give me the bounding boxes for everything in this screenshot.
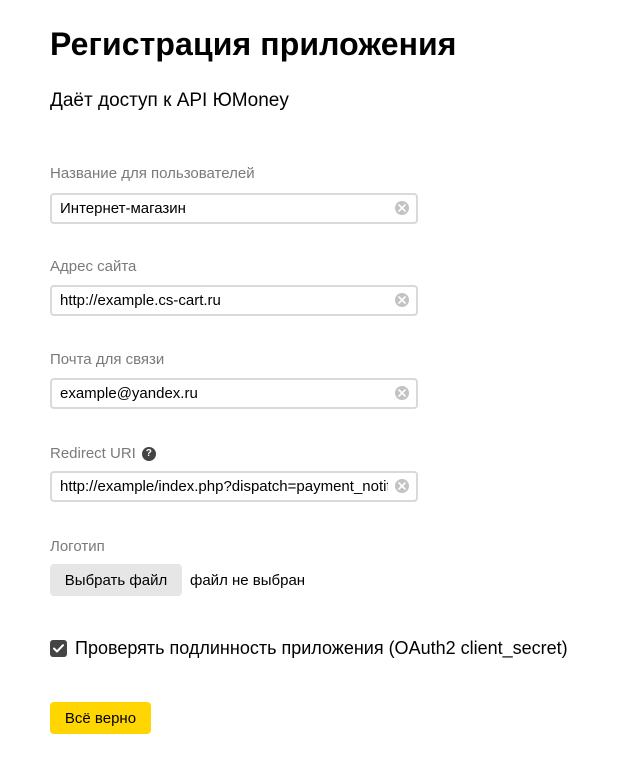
app-registration-page: Регистрация приложения Даёт доступ к API… (0, 0, 621, 769)
redirect-label-text: Redirect URI (50, 445, 136, 462)
clear-icon[interactable] (395, 293, 409, 307)
logo-label: Логотип (50, 538, 105, 555)
file-status: файл не выбран (190, 572, 306, 589)
name-label: Название для пользователей (50, 165, 255, 182)
site-label: Адрес сайта (50, 258, 136, 275)
site-label-text: Адрес сайта (50, 258, 137, 275)
email-field-wrapper (50, 378, 418, 409)
clear-icon[interactable] (395, 386, 409, 400)
check-icon (53, 644, 64, 653)
site-input[interactable] (52, 287, 388, 314)
email-input[interactable] (52, 380, 388, 407)
redirect-field-wrapper (50, 471, 418, 502)
clear-icon[interactable] (395, 201, 409, 215)
submit-button[interactable]: Всё верно (50, 702, 151, 734)
logo-label-text: Логотип (50, 538, 105, 555)
page-subtitle: Даёт доступ к API ЮMoney (50, 90, 289, 111)
redirect-input[interactable] (52, 473, 388, 500)
email-label-text: Почта для связи (50, 351, 165, 368)
name-label-text: Название для пользователей (50, 165, 255, 182)
clear-icon[interactable] (395, 479, 409, 493)
redirect-label: Redirect URI ? (50, 445, 156, 462)
choose-file-button[interactable]: Выбрать файл (50, 564, 182, 596)
email-label: Почта для связи (50, 351, 164, 368)
verify-checkbox[interactable] (50, 640, 67, 657)
name-input[interactable] (52, 195, 388, 222)
site-field-wrapper (50, 285, 418, 316)
help-icon[interactable]: ? (141, 446, 156, 461)
name-field-wrapper (50, 193, 418, 224)
verify-checkbox-label[interactable]: Проверять подлинность приложения (OAuth2… (75, 638, 568, 659)
page-title: Регистрация приложения (50, 26, 457, 62)
